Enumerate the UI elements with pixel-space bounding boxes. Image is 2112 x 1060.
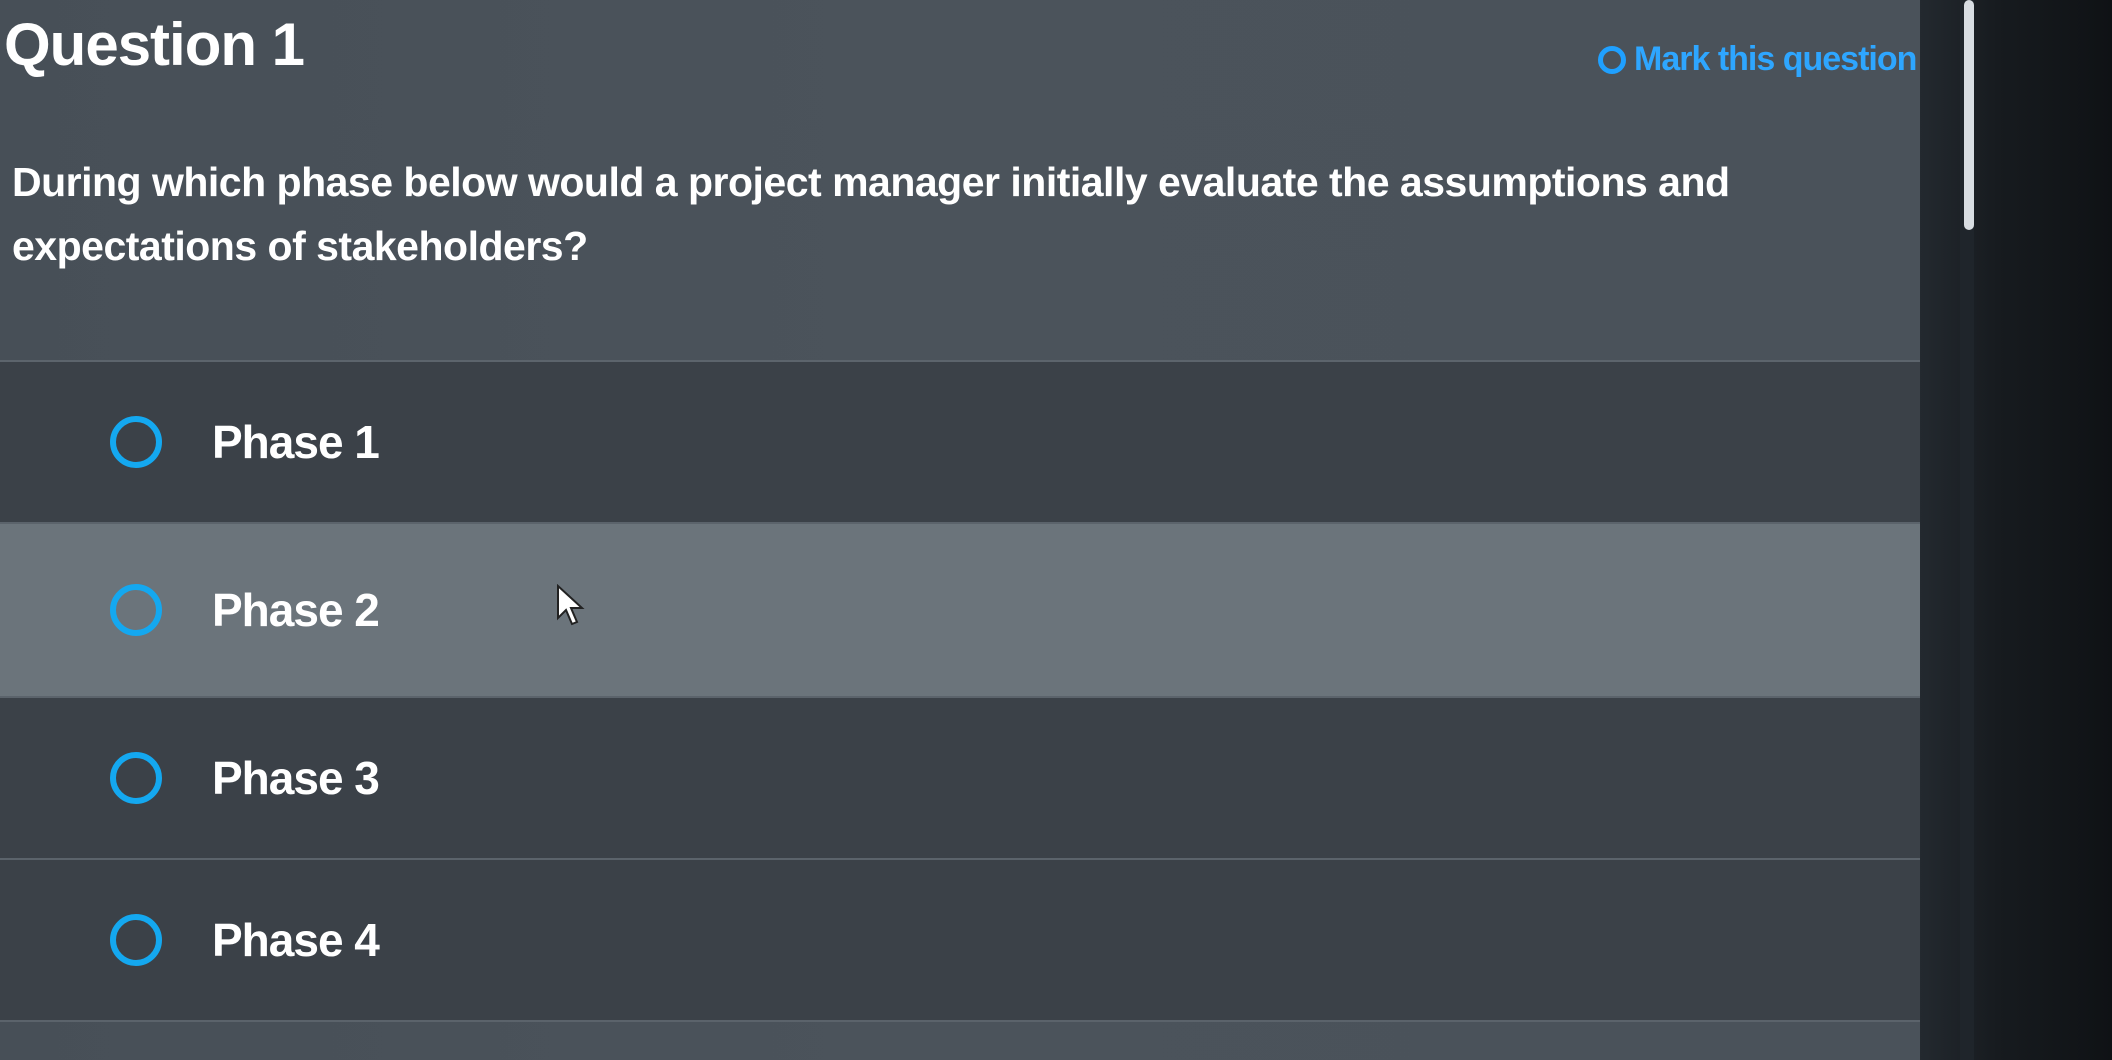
screen-edge <box>1920 0 2112 1060</box>
scrollbar-thumb[interactable] <box>1964 0 1974 230</box>
answer-option-label: Phase 4 <box>212 914 380 966</box>
answer-option-1[interactable]: Phase 1 <box>0 362 1955 524</box>
answer-option-label: Phase 2 <box>212 584 380 636</box>
mark-question-toggle[interactable]: Mark this question <box>1598 40 1917 79</box>
radio-empty-icon[interactable] <box>110 416 162 468</box>
mouse-cursor-icon <box>557 584 585 626</box>
question-panel: Question 1 Mark this question During whi… <box>0 0 1960 1060</box>
answer-options: Phase 1 Phase 2 Phase 3 Phase 4 <box>0 360 1955 1022</box>
answer-option-label: Phase 1 <box>212 416 380 468</box>
radio-empty-icon[interactable] <box>110 914 162 966</box>
answer-option-label: Phase 3 <box>212 752 380 804</box>
answer-option-2[interactable]: Phase 2 <box>0 524 1955 698</box>
question-title: Question 1 <box>4 11 305 78</box>
radio-empty-icon <box>1598 45 1626 74</box>
radio-empty-icon[interactable] <box>110 752 162 804</box>
quiz-screen: Question 1 Mark this question During whi… <box>0 0 2112 1060</box>
answer-option-3[interactable]: Phase 3 <box>0 698 1955 860</box>
mark-question-label: Mark this question <box>1634 40 1917 78</box>
question-prompt: During which phase below would a project… <box>12 159 1730 269</box>
answer-option-4[interactable]: Phase 4 <box>0 860 1955 1022</box>
radio-empty-icon[interactable] <box>110 584 162 636</box>
